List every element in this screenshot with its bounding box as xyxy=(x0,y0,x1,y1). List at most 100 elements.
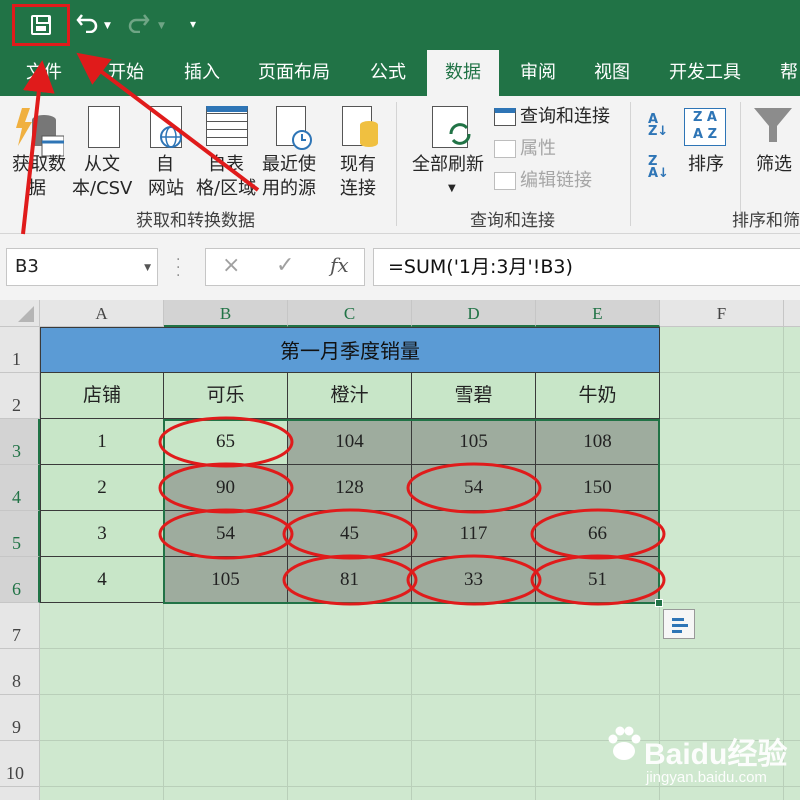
undo-dropdown-icon[interactable]: ▼ xyxy=(104,16,111,36)
redo-icon[interactable] xyxy=(126,11,150,36)
fill-handle[interactable] xyxy=(655,599,663,607)
undo-icon[interactable] xyxy=(76,11,100,36)
existing-connections-label-1: 现有 xyxy=(340,154,376,175)
sort-descending-icon[interactable]: Z A↓ xyxy=(648,155,669,180)
enter-icon[interactable]: ✓ xyxy=(276,253,294,278)
table-cell[interactable]: 105 xyxy=(164,557,288,603)
active-cell[interactable]: 65 xyxy=(164,419,288,465)
table-cell[interactable]: 2 xyxy=(40,465,164,511)
table-cell[interactable]: 51 xyxy=(536,557,660,603)
from-web-label-1: 自 xyxy=(156,154,174,175)
row-header-4[interactable]: 4 xyxy=(0,465,40,511)
formula-input[interactable]: =SUM('1月:3月'!B3) xyxy=(373,248,800,286)
web-globe-icon xyxy=(150,106,182,148)
table-cell[interactable]: 1 xyxy=(40,419,164,465)
existing-connections-label-2: 连接 xyxy=(340,178,376,199)
table-cell[interactable]: 54 xyxy=(412,465,536,511)
table-header-cell[interactable]: 牛奶 xyxy=(536,373,660,419)
ribbon: 获取数 据 从文 本/CSV 自 网站 自表 格/区域 最近使 用的源 现有 连… xyxy=(0,96,800,234)
tab-home[interactable]: 开始 xyxy=(108,50,144,96)
column-header-d[interactable]: D xyxy=(412,300,536,327)
properties-icon xyxy=(494,140,516,158)
select-all-corner[interactable] xyxy=(0,300,40,327)
table-cell[interactable]: 33 xyxy=(412,557,536,603)
recent-sources-icon xyxy=(276,106,312,150)
insert-function-icon[interactable]: fx xyxy=(330,253,349,277)
existing-connections-icon xyxy=(342,106,378,147)
cancel-icon[interactable]: × xyxy=(222,253,240,278)
table-header-cell[interactable]: 可乐 xyxy=(164,373,288,419)
table-header-cell[interactable]: 橙汁 xyxy=(288,373,412,419)
table-title-cell[interactable]: 第一月季度销量 xyxy=(40,327,660,373)
from-table-label-2: 格/区域 xyxy=(196,178,257,199)
customize-qat-icon[interactable]: ▾ xyxy=(190,14,196,34)
table-cell[interactable]: 4 xyxy=(40,557,164,603)
baidu-jingyan-watermark: Baidu经验 jingyan.baidu.com xyxy=(600,715,800,795)
sort-ascending-icon[interactable]: A Z↓ xyxy=(648,113,668,138)
table-cell[interactable]: 105 xyxy=(412,419,536,465)
tab-view[interactable]: 视图 xyxy=(594,50,630,96)
column-header-b[interactable]: B xyxy=(164,300,288,327)
filter-funnel-icon xyxy=(752,106,794,150)
table-header-cell[interactable]: 店铺 xyxy=(40,373,164,419)
from-web-label-2: 网站 xyxy=(148,178,184,199)
redo-dropdown-icon[interactable]: ▼ xyxy=(158,16,165,36)
ribbon-group-separator xyxy=(396,102,397,226)
ribbon-tab-bar: 文件 开始 插入 页面布局 公式 数据 审阅 视图 开发工具 帮 xyxy=(0,50,800,96)
save-button[interactable] xyxy=(12,4,70,46)
tab-formulas[interactable]: 公式 xyxy=(370,50,406,96)
tab-page-layout[interactable]: 页面布局 xyxy=(258,50,330,96)
table-cell[interactable]: 117 xyxy=(412,511,536,557)
ribbon-group-separator xyxy=(630,102,631,226)
sort-label: 排序 xyxy=(688,154,724,175)
table-header-cell[interactable]: 雪碧 xyxy=(412,373,536,419)
from-text-label-2: 本/CSV xyxy=(72,178,133,199)
table-cell[interactable]: 54 xyxy=(164,511,288,557)
from-text-label-1: 从文 xyxy=(84,154,120,175)
row-header-7[interactable]: 7 xyxy=(0,603,40,649)
table-cell[interactable]: 150 xyxy=(536,465,660,511)
table-cell[interactable]: 81 xyxy=(288,557,412,603)
edit-links-icon xyxy=(494,172,516,190)
column-header-g[interactable] xyxy=(784,300,800,327)
refresh-all-dropdown-icon[interactable]: ▼ xyxy=(448,178,456,200)
table-cell[interactable]: 66 xyxy=(536,511,660,557)
table-cell[interactable]: 128 xyxy=(288,465,412,511)
tab-review[interactable]: 审阅 xyxy=(520,50,556,96)
row-header-6[interactable]: 6 xyxy=(0,557,40,603)
edit-links-label: 编辑链接 xyxy=(520,170,592,191)
refresh-all-label: 全部刷新 xyxy=(412,154,484,175)
table-cell[interactable]: 104 xyxy=(288,419,412,465)
tab-data[interactable]: 数据 xyxy=(427,50,499,96)
row-header-11[interactable] xyxy=(0,787,40,800)
tab-file[interactable]: 文件 xyxy=(26,50,62,96)
save-icon xyxy=(31,15,51,35)
name-box-dropdown-icon[interactable]: ▼ xyxy=(144,250,151,286)
name-box[interactable]: B3 ▼ xyxy=(6,248,158,286)
row-header-3[interactable]: 3 xyxy=(0,419,40,465)
row-header-10[interactable]: 10 xyxy=(0,741,40,787)
row-header-2[interactable]: 2 xyxy=(0,373,40,419)
row-header-5[interactable]: 5 xyxy=(0,511,40,557)
row-header-1[interactable]: 1 xyxy=(0,327,40,373)
table-cell[interactable]: 90 xyxy=(164,465,288,511)
column-header-e[interactable]: E xyxy=(536,300,660,327)
formula-bar-buttons: × ✓ fx xyxy=(205,248,365,286)
tab-insert[interactable]: 插入 xyxy=(184,50,220,96)
table-cell[interactable]: 108 xyxy=(536,419,660,465)
properties-label: 属性 xyxy=(520,138,556,159)
quick-analysis-icon[interactable] xyxy=(663,609,695,639)
formula-bar-resize-handle[interactable]: · · · xyxy=(176,253,180,283)
database-icon xyxy=(16,108,65,157)
group-label-sort-filter: 排序和筛 xyxy=(732,211,800,231)
from-table-label-1: 自表 xyxy=(208,154,244,175)
column-header-f[interactable]: F xyxy=(660,300,784,327)
tab-help[interactable]: 帮 xyxy=(780,50,798,96)
column-header-c[interactable]: C xyxy=(288,300,412,327)
column-header-a[interactable]: A xyxy=(40,300,164,327)
row-header-8[interactable]: 8 xyxy=(0,649,40,695)
tab-developer[interactable]: 开发工具 xyxy=(669,50,741,96)
table-cell[interactable]: 45 xyxy=(288,511,412,557)
table-cell[interactable]: 3 xyxy=(40,511,164,557)
row-header-9[interactable]: 9 xyxy=(0,695,40,741)
